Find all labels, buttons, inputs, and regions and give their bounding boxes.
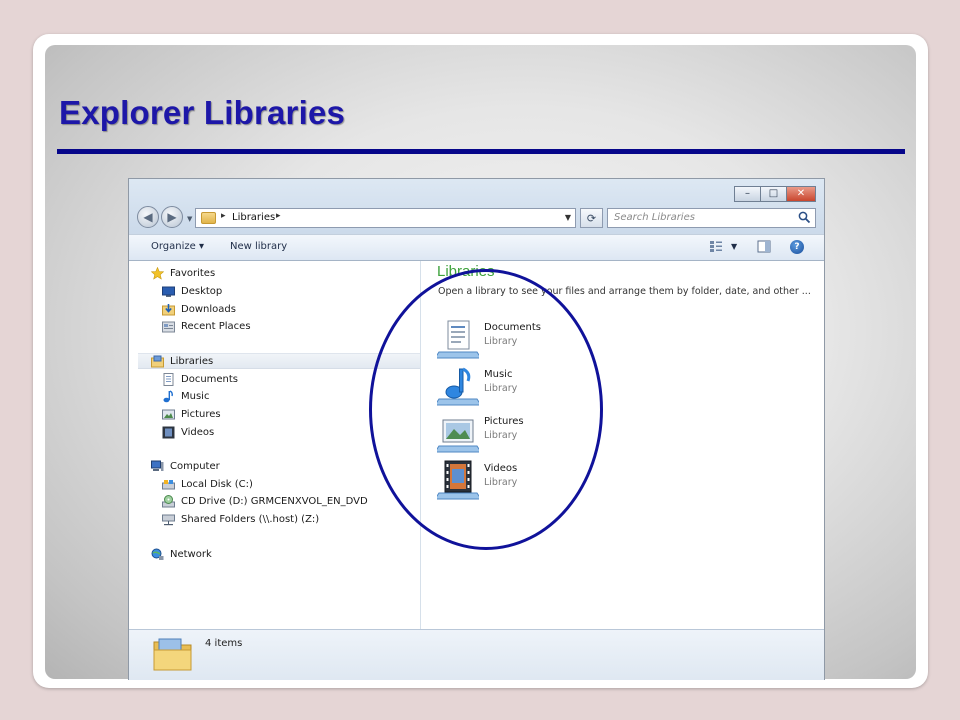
nav-label: Network [170,548,212,560]
nav-label: CD Drive (D:) GRMCENXVOL_EN_DVD [181,495,368,507]
documents-icon [163,372,174,386]
nav-label: Computer [170,460,220,472]
item-count: 4 items [205,638,243,649]
videos-icon [162,426,175,438]
address-bar[interactable]: ▸ Libraries ▸ ▼ [195,208,576,228]
command-bar: Organize ▾ New library ▼ ? [129,234,824,261]
nav-label: Libraries [170,355,214,367]
nav-label: Music [181,390,210,402]
pictures-icon [162,409,175,419]
recent-places-icon [162,321,175,332]
local-disk-icon [162,479,175,489]
breadcrumb-separator[interactable]: ▸ [276,211,281,221]
minimize-icon[interactable]: – [734,186,761,202]
libraries-icon [151,355,164,367]
nav-label: Documents [181,373,239,385]
nav-item-cd-drive[interactable]: CD Drive (D:) GRMCENXVOL_EN_DVD [162,493,368,509]
nav-label: Shared Folders (\\.host) (Z:) [181,513,320,525]
network-drive-icon [162,514,175,525]
maximize-icon[interactable]: □ [760,186,787,202]
nav-item-desktop[interactable]: Desktop [162,283,222,299]
nav-label: Videos [181,426,215,438]
nav-item-videos[interactable]: Videos [162,424,214,440]
nav-item-documents[interactable]: Documents [162,371,238,387]
nav-label: Favorites [170,267,216,279]
window-controls: – □ ✕ [734,186,816,202]
nav-item-shared-folders[interactable]: Shared Folders (\\.host) (Z:) [162,511,319,527]
nav-label: Desktop [181,285,223,297]
nav-item-music[interactable]: Music [162,388,209,404]
nav-item-local-disk[interactable]: Local Disk (C:) [162,476,253,492]
nav-label: Recent Places [181,320,251,332]
nav-item-downloads[interactable]: Downloads [162,301,236,317]
forward-arrow-icon[interactable]: ▶ [161,206,183,228]
recent-pages-dropdown-icon[interactable]: ▼ [187,215,192,223]
star-icon [151,266,164,280]
refresh-icon[interactable]: ⟳ [580,208,603,228]
nav-computer[interactable]: Computer [151,458,220,474]
title-rule [57,149,905,154]
desktop-icon [162,286,175,297]
nav-item-recent-places[interactable]: Recent Places [162,318,251,334]
breadcrumb-separator[interactable]: ▸ [221,211,226,221]
nav-label: Downloads [181,303,236,315]
new-library-button[interactable]: New library [230,241,287,252]
view-dropdown-icon[interactable]: ▼ [731,242,737,251]
back-arrow-icon[interactable]: ◀ [137,206,159,228]
search-placeholder: Search Libraries [614,212,695,223]
nav-label: Pictures [181,408,221,420]
nav-label: Local Disk (C:) [181,478,253,490]
search-input[interactable]: Search Libraries [607,208,816,228]
cd-drive-icon [162,494,175,507]
network-icon [151,548,164,560]
annotation-ellipse [369,269,603,550]
libraries-folder-icon [201,212,216,224]
details-pane: 4 items [129,629,824,680]
downloads-icon [162,303,175,315]
address-dropdown-icon[interactable]: ▼ [565,213,571,222]
help-icon[interactable]: ? [790,240,804,254]
breadcrumb-libraries[interactable]: Libraries [232,212,275,223]
close-icon[interactable]: ✕ [786,186,816,202]
search-icon[interactable] [798,211,811,224]
slide-title: Explorer Libraries [59,94,346,131]
nav-item-pictures[interactable]: Pictures [162,406,221,422]
nav-favorites[interactable]: Favorites [151,265,215,281]
change-view-icon[interactable] [709,240,723,253]
nav-network[interactable]: Network [151,546,212,562]
preview-pane-icon[interactable] [757,240,771,253]
music-note-icon [163,389,173,402]
libraries-folder-icon [153,638,192,671]
computer-icon [151,460,164,471]
organize-button[interactable]: Organize ▾ [151,241,204,252]
